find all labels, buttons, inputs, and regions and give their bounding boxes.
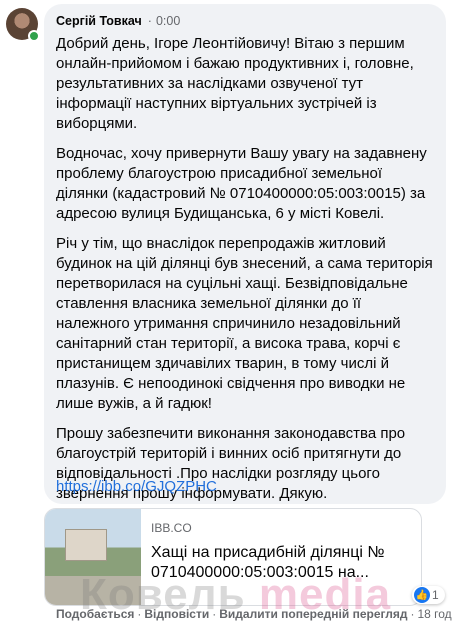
comment-link[interactable]: https://ibb.co/GJQZPHC — [56, 478, 217, 495]
preview-title: Хащі на присадибній ділянці № 0710400000… — [151, 544, 385, 581]
online-status-dot — [28, 30, 40, 42]
action-separator: · — [212, 607, 217, 621]
reaction-count: 1 — [432, 588, 439, 602]
like-button[interactable]: Подобається — [56, 607, 134, 621]
action-separator: · — [410, 607, 415, 621]
comment-header: Сергій Товкач · 0:00 — [56, 14, 180, 28]
comment-age[interactable]: 18 год — [417, 607, 451, 621]
action-separator: · — [137, 607, 142, 621]
comment-paragraph-1: Добрий день, Ігоре Леонтійовичу! Вітаю з… — [56, 35, 414, 132]
preview-domain: IBB.CO — [151, 521, 192, 535]
video-timestamp[interactable]: 0:00 — [156, 14, 180, 28]
link-preview-card[interactable]: IBB.CO Хащі на присадибній ділянці № 071… — [44, 508, 422, 606]
remove-preview-button[interactable]: Видалити попередній перегляд — [219, 607, 407, 621]
like-icon: 👍 — [414, 587, 430, 603]
author-name[interactable]: Сергій Товкач — [56, 14, 142, 28]
comment-text: Добрий день, Ігоре Леонтійовичу! Вітаю з… — [56, 34, 436, 514]
comment-actions: Подобається · Відповісти · Видалити попередн… — [56, 607, 452, 621]
separator-dot: · — [147, 14, 152, 28]
preview-thumbnail — [45, 509, 141, 605]
reaction-badge[interactable]: 👍 1 — [412, 586, 445, 604]
comment-paragraph-2: Водночас, хочу привернути Вашу увагу на … — [56, 145, 427, 222]
reply-button[interactable]: Відповісти — [144, 607, 209, 621]
comment-paragraph-3: Річ у тім, що внаслідок перепродажів жит… — [56, 235, 433, 412]
